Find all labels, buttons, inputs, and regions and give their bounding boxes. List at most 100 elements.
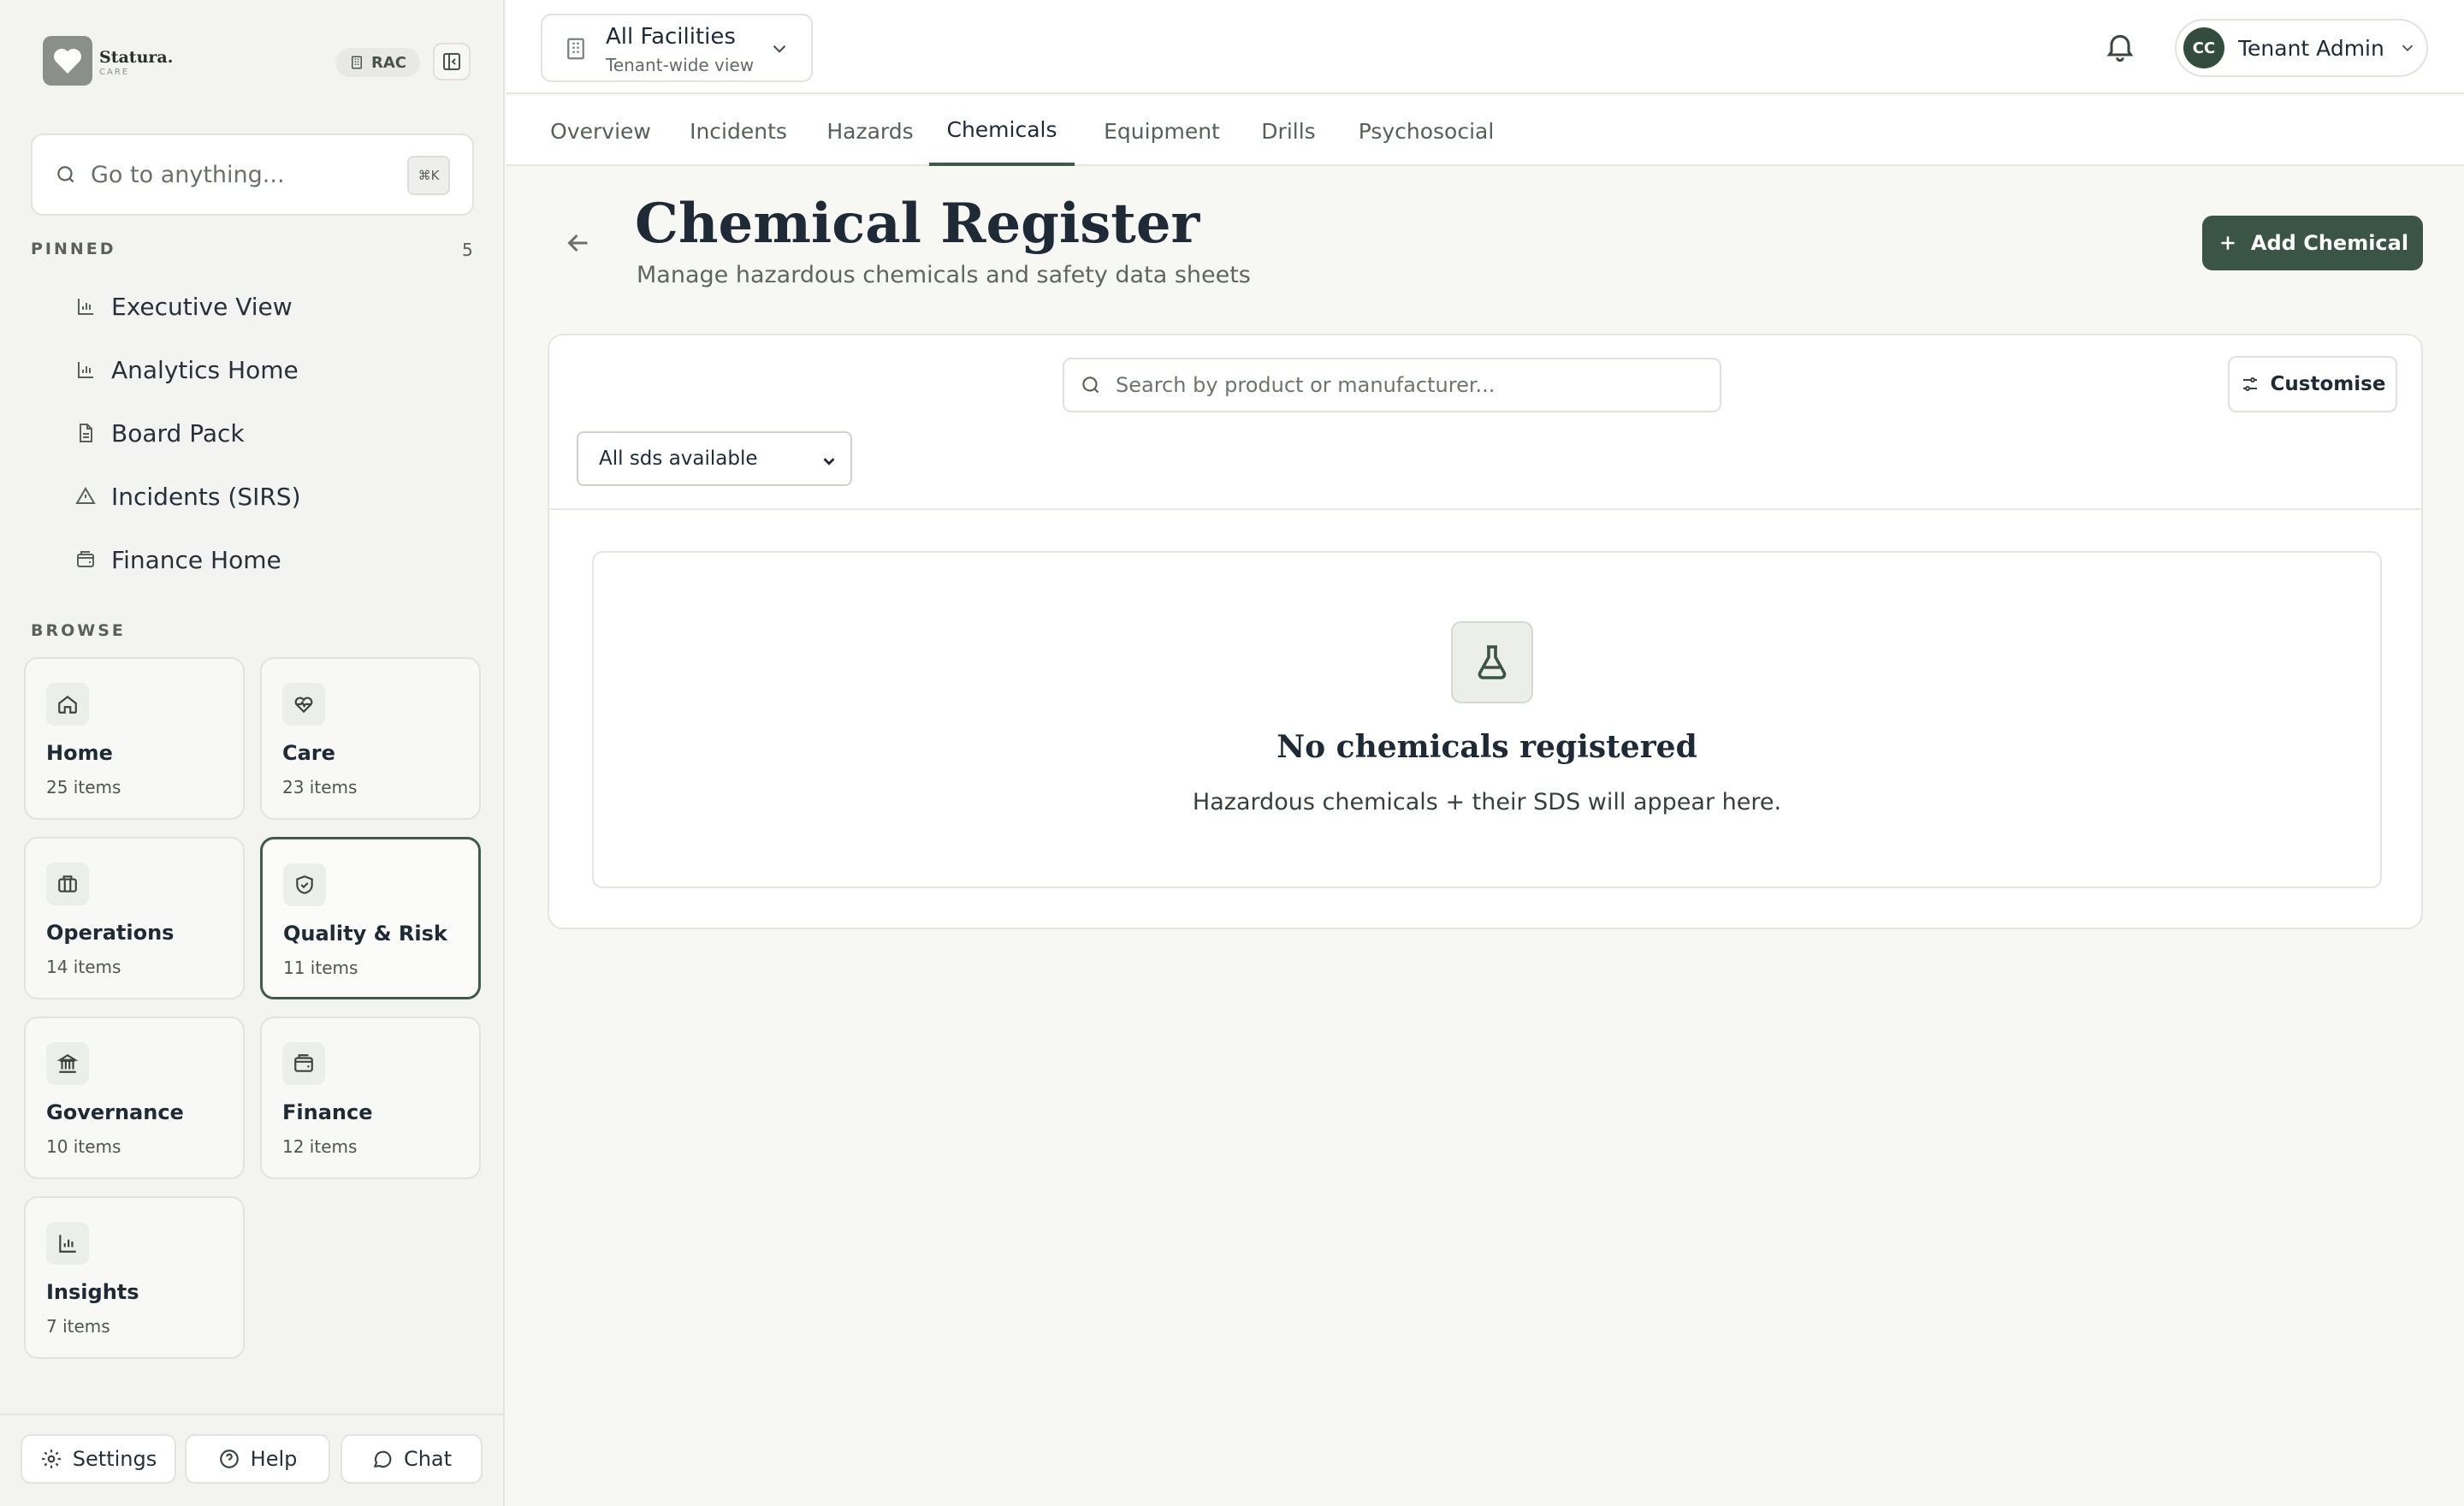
global-search-placeholder: Go to anything... [91, 161, 285, 188]
tile-title: Operations [46, 921, 175, 945]
tenant-badge[interactable]: RAC [335, 48, 421, 77]
pinned-item-label: Incidents (SIRS) [111, 482, 301, 511]
user-name: Tenant Admin [2238, 35, 2384, 61]
logo-heart-icon[interactable] [43, 36, 92, 86]
tile-count: 12 items [282, 1136, 358, 1157]
empty-state-title: No chemicals registered [1276, 729, 1697, 765]
settings-button[interactable]: Settings [21, 1434, 176, 1484]
add-chemical-button[interactable]: Add Chemical [2202, 216, 2423, 270]
tab-chemicals[interactable]: Chemicals [929, 96, 1075, 166]
top-bar: All Facilities Tenant-wide view CC Tenan… [506, 0, 2464, 94]
shield-check-icon [283, 863, 326, 906]
briefcase-icon [46, 863, 89, 905]
flask-icon [1451, 621, 1533, 703]
avatar: CC [2183, 27, 2224, 68]
browse-tile-insights[interactable]: Insights 7 items [24, 1196, 245, 1359]
warning-icon [75, 486, 96, 507]
browse-tile-operations[interactable]: Operations 14 items [24, 837, 245, 999]
chevron-down-icon [2398, 39, 2417, 57]
user-menu[interactable]: CC Tenant Admin [2175, 19, 2428, 77]
search-icon [1080, 374, 1102, 396]
page-subtitle: Manage hazardous chemicals and safety da… [637, 262, 1251, 288]
help-circle-icon [218, 1448, 240, 1470]
document-icon [75, 423, 96, 443]
tenant-badge-label: RAC [371, 53, 407, 72]
browse-tile-finance[interactable]: Finance 12 items [260, 1017, 481, 1179]
home-icon [46, 683, 89, 726]
sliders-icon [2240, 374, 2260, 394]
tab-equipment[interactable]: Equipment [1087, 96, 1237, 166]
panel-divider [549, 508, 2421, 510]
section-tabs: Overview Incidents Hazards Chemicals Equ… [506, 96, 2464, 166]
pinned-item-board-pack[interactable]: Board Pack [75, 416, 245, 450]
facility-name: All Facilities [606, 24, 736, 50]
tile-title: Quality & Risk [283, 922, 447, 946]
tile-title: Care [282, 741, 335, 765]
tile-count: 25 items [46, 777, 121, 797]
customise-label: Customise [2270, 373, 2386, 395]
browse-tile-governance[interactable]: Governance 10 items [24, 1017, 245, 1179]
pinned-item-finance-home[interactable]: Finance Home [75, 543, 281, 577]
chat-label: Chat [403, 1447, 453, 1471]
help-label: Help [250, 1447, 298, 1471]
pinned-item-label: Board Pack [111, 418, 245, 448]
browse-tile-quality-risk[interactable]: Quality & Risk 11 items [260, 837, 481, 999]
add-chemical-label: Add Chemical [2250, 231, 2409, 255]
browse-label: BROWSE [31, 621, 126, 640]
page-title: Chemical Register [635, 192, 1200, 256]
wallet-icon [282, 1042, 325, 1085]
heart-pulse-icon [282, 683, 325, 726]
building-icon [349, 55, 364, 70]
facility-selector[interactable]: All Facilities Tenant-wide view [541, 14, 813, 82]
bar-chart-icon [46, 1222, 89, 1265]
plus-icon [2217, 232, 2239, 254]
tile-title: Insights [46, 1280, 139, 1304]
notifications-bell-icon[interactable] [2103, 29, 2137, 63]
collapse-sidebar-button[interactable] [433, 43, 471, 80]
chevron-down-icon [820, 452, 838, 471]
tile-title: Governance [46, 1100, 184, 1124]
tab-overview[interactable]: Overview [541, 96, 660, 166]
gear-icon [40, 1448, 62, 1470]
bar-chart-icon [75, 296, 96, 317]
tile-count: 10 items [46, 1136, 121, 1157]
tile-title: Home [46, 741, 113, 765]
sds-filter-select[interactable]: All sds available [577, 431, 852, 486]
sidebar: Statura. CARE RAC Go to anything... ⌘K P… [0, 0, 505, 1506]
pinned-label: PINNED [31, 240, 116, 258]
tile-count: 11 items [283, 958, 358, 978]
facility-sub: Tenant-wide view [606, 55, 755, 75]
tab-drills[interactable]: Drills [1247, 96, 1330, 166]
chemical-search-input[interactable]: Search by product or manufacturer... [1063, 358, 1721, 412]
settings-label: Settings [72, 1447, 157, 1471]
chat-button[interactable]: Chat [341, 1434, 483, 1484]
global-search-input[interactable]: Go to anything... ⌘K [31, 133, 474, 216]
empty-state-text: Hazardous chemicals + their SDS will app… [1192, 789, 1782, 815]
help-button[interactable]: Help [185, 1434, 330, 1484]
tab-incidents[interactable]: Incidents [678, 96, 799, 166]
wallet-icon [75, 549, 96, 570]
customise-button[interactable]: Customise [2228, 356, 2397, 412]
search-icon [55, 163, 77, 186]
panel-left-icon [443, 53, 460, 70]
tile-count: 23 items [282, 777, 358, 797]
tab-psychosocial[interactable]: Psychosocial [1333, 96, 1519, 166]
chevron-down-icon [768, 38, 791, 60]
browse-tile-care[interactable]: Care 23 items [260, 657, 481, 820]
tab-hazards[interactable]: Hazards [814, 96, 926, 166]
pinned-item-incidents[interactable]: Incidents (SIRS) [75, 479, 301, 513]
pinned-item-label: Analytics Home [111, 355, 299, 384]
browse-tile-home[interactable]: Home 25 items [24, 657, 245, 820]
chemical-register-panel: Search by product or manufacturer... Cus… [548, 334, 2423, 929]
sidebar-footer-divider [0, 1414, 505, 1415]
pinned-item-executive-view[interactable]: Executive View [75, 289, 293, 323]
tile-title: Finance [282, 1100, 373, 1124]
pinned-item-analytics-home[interactable]: Analytics Home [75, 353, 299, 387]
bar-chart-icon [75, 359, 96, 380]
empty-state: No chemicals registered Hazardous chemic… [592, 551, 2382, 888]
chat-bubble-icon [371, 1448, 394, 1470]
chemical-search-placeholder: Search by product or manufacturer... [1116, 373, 1496, 397]
tile-count: 14 items [46, 957, 121, 977]
brand-sub: CARE [99, 68, 130, 77]
back-arrow-icon[interactable] [561, 228, 595, 258]
